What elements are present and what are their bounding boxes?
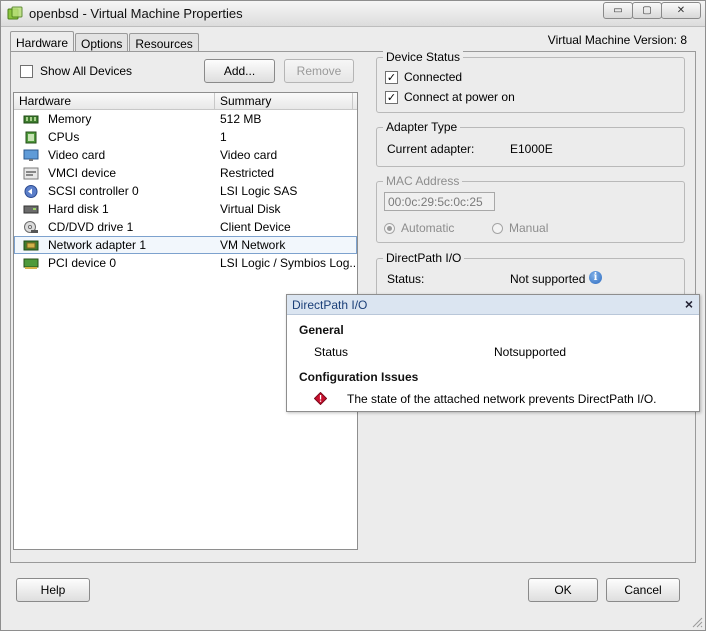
maximize-icon: ▢	[642, 5, 652, 16]
device-name: CD/DVD drive 1	[48, 220, 134, 234]
cpu-icon	[25, 131, 37, 143]
device-name: PCI device 0	[48, 256, 117, 270]
device-row-video-card[interactable]: Video card Video card	[14, 146, 357, 164]
popup-header: DirectPath I/O ×	[287, 295, 699, 315]
cancel-button[interactable]: Cancel	[606, 578, 680, 602]
mac-automatic-radio[interactable]	[384, 222, 395, 234]
popup-issues-heading: Configuration Issues	[299, 370, 419, 384]
mac-address-legend: MAC Address	[383, 174, 463, 188]
video-card-icon	[23, 149, 39, 161]
vm-properties-window: openbsd - Virtual Machine Properties ▭ ▢…	[0, 0, 706, 631]
add-device-button[interactable]: Add...	[204, 59, 275, 83]
mac-automatic-label: Automatic	[401, 221, 455, 235]
popup-title: DirectPath I/O	[292, 298, 368, 312]
directpath-popup: DirectPath I/O × General Status Notsuppo…	[286, 294, 700, 412]
column-header-hardware[interactable]: Hardware	[14, 93, 215, 109]
device-summary: 1	[220, 130, 227, 144]
memory-icon	[23, 115, 39, 123]
mac-address-input[interactable]	[384, 192, 495, 211]
device-summary: 512 MB	[220, 112, 262, 126]
error-icon	[314, 392, 327, 405]
minimize-icon: ▭	[613, 5, 623, 16]
connected-checkbox[interactable]: ✓	[385, 70, 398, 84]
device-summary: LSI Logic / Symbios Log...	[220, 256, 357, 270]
device-name: VMCI device	[48, 166, 117, 180]
show-all-devices-checkbox-row[interactable]: Show All Devices	[20, 64, 132, 78]
device-row-cd-dvd-drive[interactable]: CD/DVD drive 1 Client Device	[14, 218, 357, 236]
device-row-memory[interactable]: Memory 512 MB	[14, 110, 357, 128]
show-all-devices-label: Show All Devices	[40, 64, 133, 78]
connect-at-power-on-checkbox[interactable]: ✓	[385, 90, 398, 104]
connected-checkbox-row[interactable]: ✓ Connected	[385, 70, 462, 84]
maximize-button[interactable]: ▢	[632, 2, 662, 19]
help-button[interactable]: Help	[16, 578, 90, 602]
remove-device-button[interactable]: Remove	[284, 59, 354, 83]
popup-close-icon[interactable]: ×	[685, 296, 693, 312]
device-row-hard-disk[interactable]: Hard disk 1 Virtual Disk	[14, 200, 357, 218]
current-adapter-label: Current adapter:	[387, 142, 475, 156]
vm-app-icon	[7, 6, 23, 20]
title-bar[interactable]: openbsd - Virtual Machine Properties ▭ ▢…	[1, 1, 705, 27]
directpath-status-value: Not supported	[510, 272, 586, 286]
resize-grip-icon[interactable]	[691, 616, 703, 628]
device-name: SCSI controller 0	[48, 184, 139, 198]
vm-version-label: Virtual Machine Version: 8	[547, 33, 687, 47]
current-adapter-value: E1000E	[510, 142, 553, 156]
device-summary: Restricted	[220, 166, 275, 180]
adapter-type-legend: Adapter Type	[383, 120, 461, 134]
device-summary: Virtual Disk	[220, 202, 281, 216]
device-row-scsi-controller[interactable]: SCSI controller 0 LSI Logic SAS	[14, 182, 357, 200]
mac-manual-label: Manual	[509, 221, 549, 235]
show-all-devices-checkbox[interactable]	[20, 64, 33, 78]
device-summary: Video card	[220, 148, 278, 162]
tab-strip: Hardware Options Resources	[10, 30, 200, 54]
device-status-legend: Device Status	[383, 50, 464, 64]
mac-manual-radio[interactable]	[492, 222, 503, 234]
device-name: Memory	[48, 112, 92, 126]
window-title: openbsd - Virtual Machine Properties	[29, 6, 243, 21]
info-icon[interactable]: i	[589, 271, 602, 284]
connect-at-power-on-checkbox-row[interactable]: ✓ Connect at power on	[385, 90, 515, 104]
device-name: Video card	[48, 148, 106, 162]
close-icon: ✕	[676, 5, 686, 16]
popup-status-value: Notsupported	[494, 345, 567, 359]
device-row-cpus[interactable]: CPUs 1	[14, 128, 357, 146]
popup-status-label: Status	[314, 345, 349, 359]
device-table-header: Hardware Summary	[14, 93, 357, 110]
device-status-group: Device Status	[376, 50, 685, 113]
tab-options[interactable]: Options	[75, 33, 129, 53]
column-header-summary[interactable]: Summary	[215, 93, 353, 109]
connected-label: Connected	[404, 70, 463, 84]
close-button[interactable]: ✕	[661, 2, 701, 19]
directpath-status-label: Status:	[387, 272, 425, 286]
device-summary: VM Network	[220, 238, 286, 252]
pci-device-icon	[23, 258, 39, 269]
device-summary: LSI Logic SAS	[220, 184, 298, 198]
mac-automatic-radio-row[interactable]: Automatic	[384, 221, 454, 235]
device-row-network-adapter[interactable]: Network adapter 1 VM Network	[14, 236, 357, 254]
popup-general-heading: General	[299, 323, 344, 337]
minimize-button[interactable]: ▭	[603, 2, 633, 19]
tab-resources[interactable]: Resources	[129, 33, 199, 53]
device-row-pci-device[interactable]: PCI device 0 LSI Logic / Symbios Log...	[14, 254, 357, 272]
popup-issue-text: The state of the attached network preven…	[347, 392, 657, 406]
device-name: CPUs	[48, 130, 80, 144]
vmci-icon	[23, 167, 39, 179]
device-row-vmci-device[interactable]: VMCI device Restricted	[14, 164, 357, 182]
scsi-controller-icon	[24, 184, 38, 198]
network-adapter-icon	[23, 240, 39, 250]
connect-at-power-on-label: Connect at power on	[404, 90, 515, 104]
hard-disk-icon	[23, 205, 39, 213]
directpath-legend: DirectPath I/O	[383, 251, 465, 265]
window-controls: ▭ ▢ ✕	[603, 2, 701, 19]
mac-manual-radio-row[interactable]: Manual	[492, 221, 548, 235]
device-summary: Client Device	[220, 220, 291, 234]
device-name: Hard disk 1	[48, 202, 109, 216]
device-name: Network adapter 1	[48, 238, 147, 252]
cd-dvd-icon	[24, 220, 38, 233]
ok-button[interactable]: OK	[528, 578, 598, 602]
